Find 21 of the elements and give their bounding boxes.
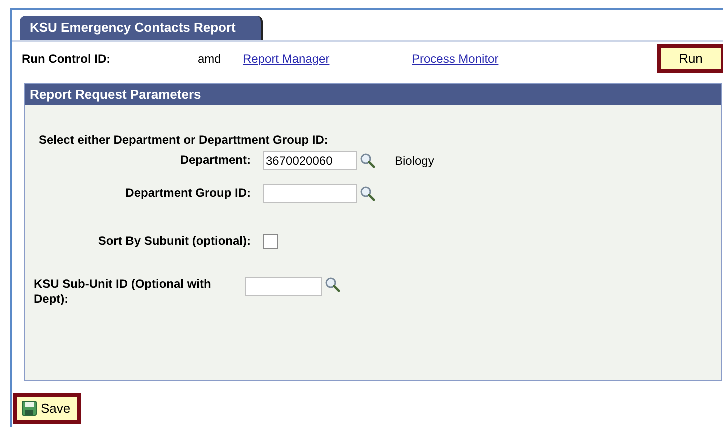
search-icon[interactable] xyxy=(360,152,376,168)
field-label: KSU Sub-Unit ID (Optional with Dept): xyxy=(33,277,212,307)
search-icon[interactable] xyxy=(360,186,376,202)
input-field[interactable] xyxy=(245,277,322,296)
report-tab[interactable]: KSU Emergency Contacts Report xyxy=(20,16,263,40)
report-manager-link[interactable]: Report Manager xyxy=(243,50,412,68)
input-field[interactable] xyxy=(263,184,357,203)
department-description: Biology xyxy=(395,152,434,170)
input-field[interactable]: 3670020060 xyxy=(263,151,357,170)
instruction-text: Select either Department or Departtment Group ID: xyxy=(39,133,330,148)
panel-header: Report Request Parameters xyxy=(25,84,721,105)
save-button[interactable]: Save xyxy=(13,393,81,424)
run-button[interactable]: Run xyxy=(657,44,723,73)
search-icon[interactable] xyxy=(325,277,341,293)
field-label: Sort By Subunit (optional): xyxy=(97,233,252,250)
run-control-value: amd xyxy=(198,51,222,68)
run-control-label: Run Control ID: xyxy=(22,51,112,68)
checkbox[interactable] xyxy=(263,234,278,248)
process-monitor-link[interactable]: Process Monitor xyxy=(412,50,499,68)
field-label: Department: xyxy=(179,153,252,168)
field-label: Department Group ID: xyxy=(124,186,252,201)
